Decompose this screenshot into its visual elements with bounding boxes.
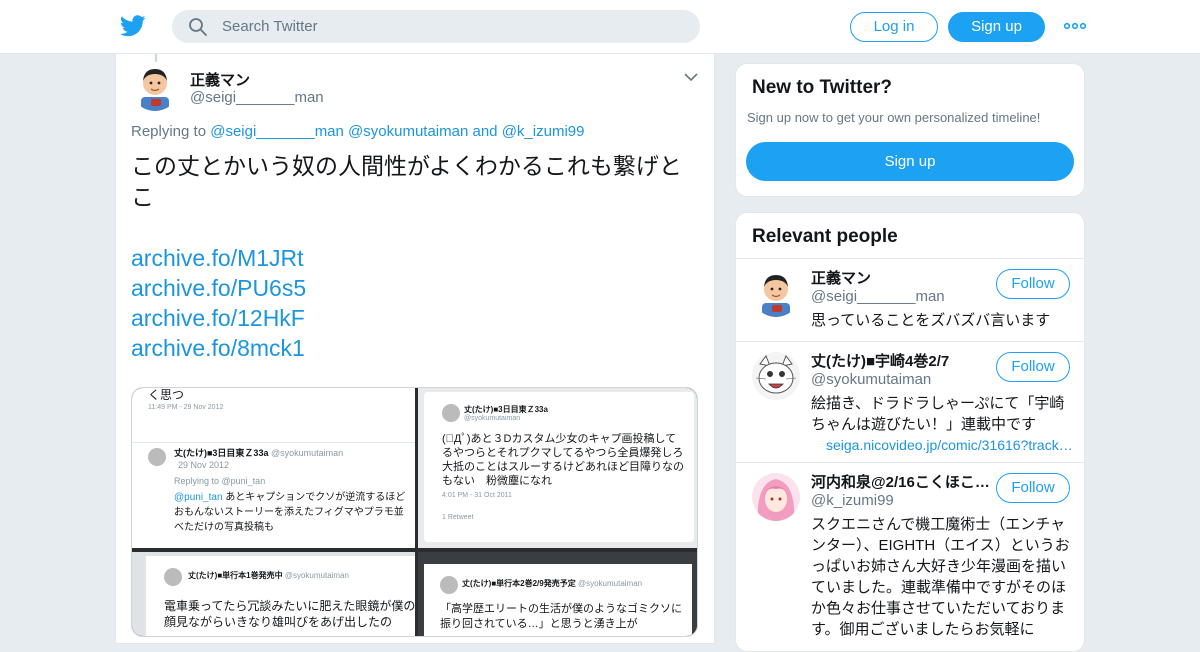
media-handle: @syokumutaiman [464, 415, 521, 422]
media-date: 29 Nov 2012 [178, 460, 230, 470]
media-image-3[interactable]: 丈(たけ)■単行本1巻発売中 @syokumutaiman 電車乗ってたら冗談み… [132, 552, 415, 636]
person-avatar[interactable] [752, 473, 800, 521]
tweet-author-handle[interactable]: @seigi_______man [190, 89, 324, 106]
media-image-4[interactable]: 丈(たけ)■単行本2巻2/9発売予定 @syokumutaiman 「高学歴エリ… [418, 552, 697, 636]
media-body: (ﾟДﾟ)あと３Dカスタム少女のキャプ画投稿してるやつらとそれプクマしてるやつら… [442, 433, 694, 487]
relevant-person[interactable]: 河内和泉@2/16こくほこ… @k_izumi99 Follow スクエニさんで… [736, 463, 1084, 651]
person-name[interactable]: 河内和泉@2/16こくほこ… [811, 471, 991, 492]
twitter-bird-icon[interactable] [120, 14, 146, 38]
follow-button[interactable]: Follow [996, 269, 1070, 299]
media-author: 丈(たけ)■3日目東Ｚ33a [174, 448, 269, 458]
tweet-media-grid[interactable]: く思つ 11:49 PM - 29 Nov 2012 丈(たけ)■3日目東Ｚ33… [131, 387, 698, 637]
person-name[interactable]: 丈(たけ)■宇崎4巻2/7 [811, 350, 991, 371]
person-handle[interactable]: @seigi_______man [811, 288, 945, 305]
reply-and-word: and [472, 123, 498, 140]
reply-mention-link[interactable]: @syokumutaiman [348, 123, 468, 140]
search-icon [189, 18, 207, 36]
person-name[interactable]: 正義マン [811, 267, 991, 288]
chevron-down-icon[interactable] [683, 70, 699, 84]
relevant-people-card: Relevant people 正義マン @seigi_______man Fo… [735, 212, 1085, 652]
login-button[interactable]: Log in [850, 12, 938, 42]
tweet-text: この丈とかいう奴の人間性がよくわかるこれも繋げとこ [131, 153, 682, 210]
person-bio: 絵描き、ドラドラしゃーぷにて「宇崎ちゃんは遊びたい！」連載中です seiga.n… [811, 393, 1073, 456]
media-reply: Replying to @puni_tan [174, 476, 266, 486]
media-author: 丈(たけ)■単行本2巻2/9発売予定 [462, 579, 576, 588]
media-meta: 4:01 PM - 31 Oct 2011 [442, 492, 512, 499]
media-text: く思つ [148, 388, 185, 402]
person-handle[interactable]: @k_izumi99 [811, 492, 894, 509]
media-body: @puni_tan あとキャプションでクソが逆流するほどおもんないストーリーを添… [174, 492, 406, 533]
cat-avatar-icon [440, 576, 458, 594]
person-bio: 思っていることをズバズバ言います [811, 312, 1051, 329]
reply-mention-link[interactable]: @k_izumi99 [502, 123, 585, 140]
signup-button[interactable]: Sign up [948, 12, 1045, 42]
media-handle: @syokumutaiman [577, 579, 643, 588]
archive-link[interactable]: archive.fo/12HkF [131, 303, 306, 333]
person-avatar[interactable] [752, 269, 800, 317]
media-retweets: 1 Retweet [442, 514, 474, 521]
media-body: 電車乗ってたら冗談みたいに肥えた眼鏡が僕の顔見ながらいきなり雄叫びをあげ出したの [164, 599, 415, 629]
more-dots-icon[interactable] [1064, 18, 1086, 34]
media-author: 丈(たけ)■単行本1巻発売中 [188, 571, 283, 580]
media-image-1[interactable]: く思つ 11:49 PM - 29 Nov 2012 丈(たけ)■3日目東Ｚ33… [132, 388, 415, 548]
archive-link[interactable]: archive.fo/PU6s5 [131, 273, 306, 303]
media-handle: @syokumutaiman [270, 448, 344, 458]
person-bio: スクエニさんで機工魔術士（エンチャンター）、EIGHTH（エイス）というおっぱい… [811, 516, 1070, 638]
person-avatar[interactable] [752, 352, 800, 400]
tweet-author-name[interactable]: 正義マン [190, 69, 250, 90]
relevant-people-title: Relevant people [752, 226, 898, 247]
media-meta: 11:49 PM - 29 Nov 2012 [148, 404, 224, 411]
follow-button[interactable]: Follow [996, 473, 1070, 503]
search-box[interactable] [172, 10, 700, 43]
top-bar: Log in Sign up [0, 0, 1200, 54]
media-image-2[interactable]: 丈(たけ)■3日目東Ｚ33a @syokumutaiman (ﾟДﾟ)あと３Dカ… [418, 388, 697, 548]
relevant-person[interactable]: 丈(たけ)■宇崎4巻2/7 @syokumutaiman Follow 絵描き、… [736, 342, 1084, 463]
media-handle: @syokumutaiman [284, 571, 349, 580]
sidebar-signup-button[interactable]: Sign up [746, 142, 1074, 181]
media-body: 「高学歴エリートの生活が僕のようなゴミクソに振り回されている…」と思うと湧き上が [440, 603, 682, 630]
reply-mention-link[interactable]: @seigi_______man [210, 123, 344, 140]
archive-link[interactable]: archive.fo/8mck1 [131, 333, 306, 363]
person-handle[interactable]: @syokumutaiman [811, 371, 931, 388]
person-bio-link[interactable]: seiga.nicovideo.jp/comic/31616?track=off… [811, 435, 1073, 456]
follow-button[interactable]: Follow [996, 352, 1070, 382]
tweet-links: archive.fo/M1JRt archive.fo/PU6s5 archiv… [131, 243, 306, 363]
media-author: 丈(たけ)■3日目東Ｚ33a [464, 405, 548, 414]
search-input[interactable] [222, 10, 682, 43]
divider [132, 442, 415, 443]
replying-to-line: Replying to @seigi_______man @syokumutai… [131, 123, 584, 140]
relevant-person[interactable]: 正義マン @seigi_______man Follow 思っていることをズバズ… [736, 259, 1084, 342]
cat-avatar-icon [148, 448, 166, 466]
new-to-twitter-card: New to Twitter? Sign up now to get your … [735, 63, 1085, 197]
thread-connector [155, 54, 157, 62]
new-to-twitter-subtitle: Sign up now to get your own personalized… [747, 110, 1041, 125]
archive-link[interactable]: archive.fo/M1JRt [131, 243, 306, 273]
person-bio-text: 絵描き、ドラドラしゃーぷにて「宇崎ちゃんは遊びたい！」連載中です [811, 395, 1065, 433]
cat-avatar-icon [164, 568, 182, 586]
cat-avatar-icon [442, 404, 460, 422]
new-to-twitter-title: New to Twitter? [752, 77, 893, 98]
replying-prefix: Replying to [131, 123, 207, 140]
author-avatar[interactable] [131, 63, 179, 111]
